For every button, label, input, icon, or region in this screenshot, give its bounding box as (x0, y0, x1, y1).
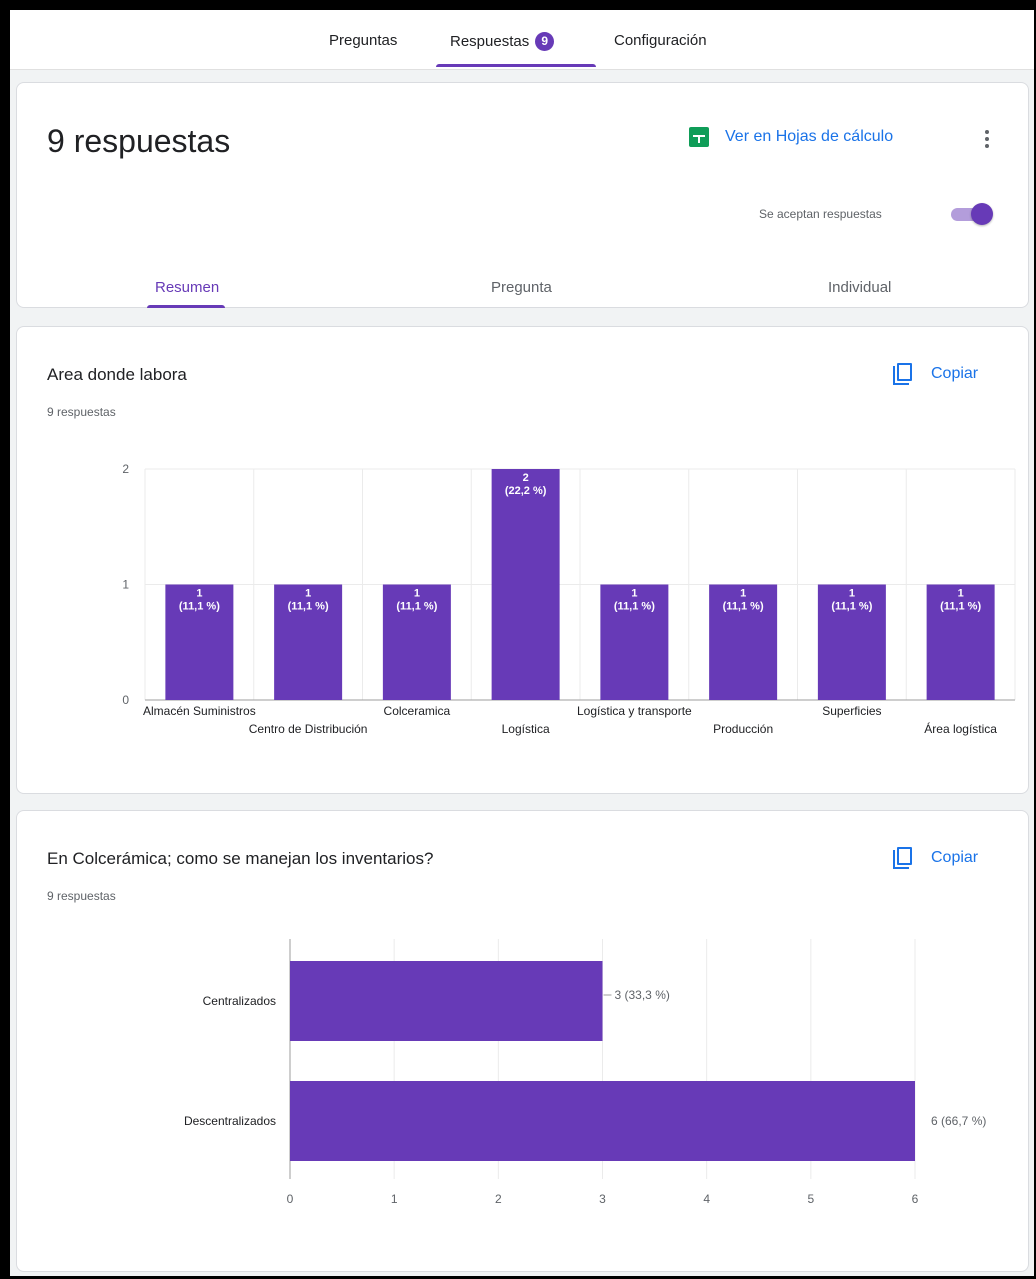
top-nav: Preguntas Respuestas 9 Configuración (10, 10, 1034, 70)
question-card-inventory: En Colcerámica; como se manejan los inve… (16, 810, 1029, 1272)
inventory-bar-chart: 0 1 2 3 4 5 6 Centralizados 3 (33,3 %) Descentral… (184, 939, 986, 1206)
tab-respuestas-label: Respuestas (450, 33, 530, 50)
bar-value-label: 2 (523, 472, 529, 484)
x-category-label: Almacén Suministros (143, 704, 256, 718)
area-bar-chart: 0121(11,1 %)Almacén Suministros1(11,1 %)… (122, 462, 1016, 736)
y-category-label: Centralizados (203, 994, 276, 1008)
tab-preguntas[interactable]: Preguntas (329, 32, 397, 49)
bar-percent-label: (11,1 %) (179, 601, 220, 613)
y-tick-label: 1 (122, 578, 129, 592)
sheets-icon (689, 127, 709, 147)
y-tick-label: 0 (122, 693, 129, 707)
more-vert-icon[interactable] (979, 127, 995, 151)
y-category-label: Descentralizados (184, 1114, 276, 1128)
x-category-label: Logística y transporte (577, 704, 692, 718)
response-count-badge: 9 (535, 32, 555, 51)
view-in-sheets-label: Ver en Hojas de cálculo (725, 128, 894, 145)
bar-value-label: 3 (33,3 %) (615, 988, 670, 1002)
x-category-label: Logística (502, 722, 550, 736)
bar (290, 1081, 915, 1161)
bar-percent-label: (11,1 %) (940, 601, 981, 613)
bar (290, 961, 603, 1041)
y-tick-label: 2 (122, 462, 129, 476)
x-category-label: Área logística (924, 721, 997, 736)
bar-percent-label: (22,2 %) (505, 485, 547, 497)
bar (491, 469, 560, 700)
bar-value-label: 1 (958, 588, 964, 600)
bar-value-label: 6 (66,7 %) (931, 1114, 986, 1128)
forms-responses-page: Preguntas Respuestas 9 Configuración 9 re… (10, 10, 1034, 1276)
view-in-sheets-link[interactable]: Ver en Hojas de cálculo (689, 127, 893, 147)
bar-percent-label: (11,1 %) (396, 601, 437, 613)
question-card-area: Area donde labora 9 respuestas Copiar 01… (16, 326, 1029, 794)
tab-respuestas[interactable]: Respuestas 9 (450, 32, 555, 51)
bar-percent-label: (11,1 %) (831, 601, 872, 613)
bar-value-label: 1 (740, 588, 746, 600)
bar-percent-label: (11,1 %) (288, 601, 329, 613)
summary-card: 9 respuestas Ver en Hojas de cálculo Se … (16, 82, 1029, 308)
subtab-individual[interactable]: Individual (828, 279, 891, 296)
accepting-responses-label: Se aceptan respuestas (759, 207, 882, 221)
x-tick-label: 6 (912, 1192, 919, 1206)
x-category-label: Superficies (822, 704, 881, 718)
x-tick-label: 2 (495, 1192, 502, 1206)
subtab-resumen[interactable]: Resumen (155, 279, 219, 296)
bar-value-label: 1 (414, 588, 420, 600)
x-tick-label: 3 (599, 1192, 606, 1206)
x-tick-label: 0 (287, 1192, 294, 1206)
x-tick-label: 1 (391, 1192, 398, 1206)
x-category-label: Colceramica (384, 704, 451, 718)
active-subtab-indicator (147, 305, 225, 308)
bar-value-label: 1 (305, 588, 311, 600)
subtab-pregunta[interactable]: Pregunta (491, 279, 552, 296)
bar-percent-label: (11,1 %) (614, 601, 655, 613)
bar-value-label: 1 (196, 588, 202, 600)
bar-value-label: 1 (631, 588, 637, 600)
x-category-label: Producción (713, 722, 773, 736)
tab-configuracion[interactable]: Configuración (614, 32, 707, 49)
responses-title: 9 respuestas (47, 123, 231, 159)
accepting-responses-toggle[interactable] (949, 203, 993, 225)
x-tick-label: 5 (807, 1192, 814, 1206)
bar-percent-label: (11,1 %) (723, 601, 764, 613)
active-tab-indicator (436, 64, 596, 67)
bar-value-label: 1 (849, 588, 855, 600)
x-category-label: Centro de Distribución (249, 722, 368, 736)
x-tick-label: 4 (703, 1192, 710, 1206)
